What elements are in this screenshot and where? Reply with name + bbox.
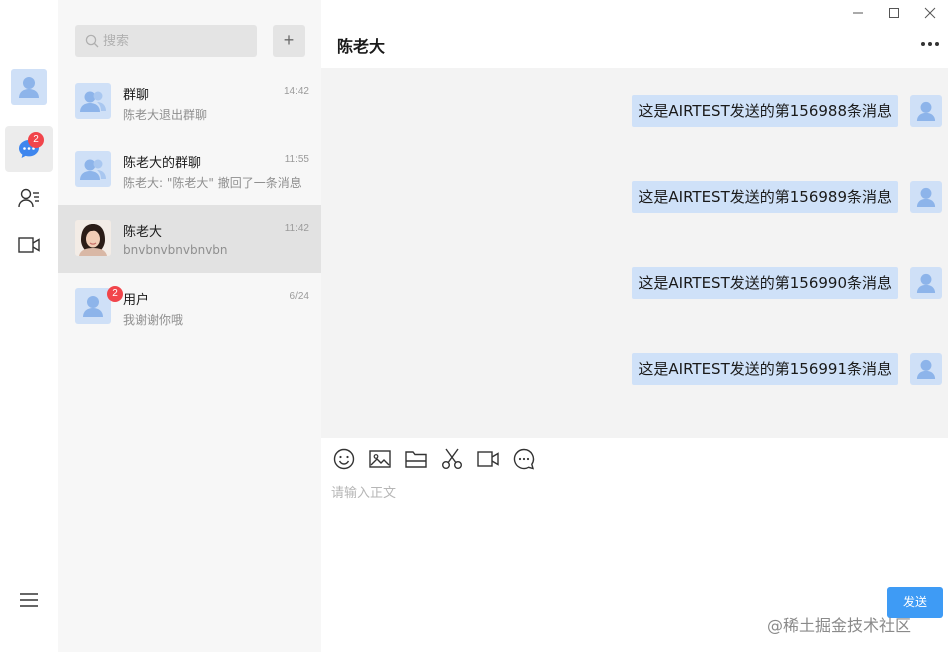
chat-pane: 陈老大 这是AIRTEST发送的第156988条消息 这是AIRTEST发送的第…: [321, 0, 948, 652]
minimize-icon: [853, 12, 863, 14]
chat-app: 2 搜索 + 群聊 陈老大退出群聊 14:42 陈老大的群聊 陈老大: "陈老大…: [0, 0, 948, 652]
emoji-icon: [333, 448, 355, 470]
unread-badge: 2: [28, 132, 44, 148]
message-row: 这是AIRTEST发送的第156991条消息: [632, 353, 942, 385]
user-icon: [19, 77, 39, 98]
emoji-button[interactable]: [333, 447, 369, 471]
message-row: 这是AIRTEST发送的第156989条消息: [632, 181, 942, 213]
conversation-time: 14:42: [283, 86, 309, 97]
conversation-preview: 陈老大退出群聊: [123, 108, 208, 122]
hamburger-icon: [20, 593, 38, 607]
group-avatar: [75, 83, 111, 119]
sender-avatar[interactable]: [910, 267, 942, 299]
maximize-button[interactable]: [876, 0, 912, 26]
contacts-icon: [18, 188, 39, 208]
message-bubble[interactable]: 这是AIRTEST发送的第156990条消息: [632, 267, 898, 299]
screenshot-button[interactable]: [441, 447, 477, 471]
conversation-item[interactable]: 群聊 陈老大退出群聊 14:42: [58, 68, 321, 136]
more-dots-icon: [921, 42, 939, 46]
conversation-name: 用户: [123, 293, 150, 308]
chat-title: 陈老大: [337, 37, 386, 56]
folder-icon: [405, 451, 427, 468]
minimize-button[interactable]: [840, 0, 876, 26]
group-icon: [80, 91, 106, 112]
user-icon: [916, 359, 936, 379]
message-row: 这是AIRTEST发送的第156990条消息: [632, 267, 942, 299]
conversation-item[interactable]: 2 用户 我谢谢你哦 6/24: [58, 273, 321, 341]
close-icon: [924, 7, 936, 19]
scissors-icon: [442, 448, 462, 469]
message-bubble[interactable]: 这是AIRTEST发送的第156991条消息: [632, 353, 898, 385]
input-toolbar: [333, 447, 549, 471]
message-bubble[interactable]: 这是AIRTEST发送的第156989条消息: [632, 181, 898, 213]
maximize-icon: [889, 8, 899, 18]
my-avatar[interactable]: [11, 69, 47, 105]
conversation-time: 6/24: [289, 291, 309, 302]
conversation-time: 11:42: [284, 223, 309, 234]
user-icon: [916, 273, 936, 293]
search-box[interactable]: [75, 25, 257, 57]
window-controls: [840, 0, 948, 26]
user-avatar: [75, 288, 111, 324]
message-row: 这是AIRTEST发送的第156988条消息: [632, 95, 942, 127]
close-window-button[interactable]: [912, 0, 948, 26]
watermark-text: @稀土掘金技术社区: [767, 616, 912, 635]
search-input[interactable]: [103, 33, 243, 49]
conversation-preview: 我谢谢你哦: [123, 313, 184, 327]
nav-rail: 2: [0, 0, 58, 652]
sender-avatar[interactable]: [910, 353, 942, 385]
nav-video[interactable]: [5, 222, 53, 268]
conversation-item[interactable]: 陈老大的群聊 陈老大: "陈老大" 撤回了一条消息 11:55: [58, 136, 321, 204]
image-button[interactable]: [369, 447, 405, 471]
nav-contacts[interactable]: [5, 175, 53, 221]
conversation-name: 陈老大的群聊: [123, 156, 202, 171]
group-icon: [80, 159, 106, 180]
unread-badge: 2: [107, 286, 123, 302]
message-bubble[interactable]: 这是AIRTEST发送的第156988条消息: [632, 95, 898, 127]
sender-avatar[interactable]: [910, 181, 942, 213]
chat-history-button[interactable]: [513, 447, 549, 471]
search-icon: [85, 34, 99, 48]
video-icon: [477, 451, 499, 467]
menu-button[interactable]: [17, 590, 41, 610]
image-icon: [369, 450, 391, 468]
user-icon: [916, 187, 936, 207]
sender-avatar[interactable]: [910, 95, 942, 127]
file-button[interactable]: [405, 447, 441, 471]
nav-messages[interactable]: 2: [5, 126, 53, 172]
conversation-time: 11:55: [284, 154, 309, 165]
conversation-name: 陈老大: [123, 225, 163, 240]
portrait-photo: [75, 220, 111, 256]
video-call-button[interactable]: [477, 447, 513, 471]
chat-more-icon: [513, 448, 535, 470]
user-icon: [916, 101, 936, 121]
message-area[interactable]: 这是AIRTEST发送的第156988条消息 这是AIRTEST发送的第1569…: [321, 68, 948, 438]
group-avatar: [75, 151, 111, 187]
conversation-preview: bnvbnvbnvbnvbn: [123, 243, 228, 257]
conversation-list: + 群聊 陈老大退出群聊 14:42 陈老大的群聊 陈老大: "陈老大" 撤回了…: [58, 0, 321, 652]
video-icon: [18, 237, 40, 253]
add-button[interactable]: +: [273, 25, 305, 57]
conversation-item-selected[interactable]: 陈老大 bnvbnvbnvbnvbn 11:42: [58, 205, 321, 273]
message-input[interactable]: [331, 482, 931, 582]
conversation-name: 群聊: [123, 88, 150, 103]
conversation-preview: 陈老大: "陈老大" 撤回了一条消息: [123, 176, 302, 190]
more-options-button[interactable]: [920, 36, 940, 52]
user-icon: [83, 296, 103, 317]
contact-photo-avatar: [75, 220, 111, 256]
